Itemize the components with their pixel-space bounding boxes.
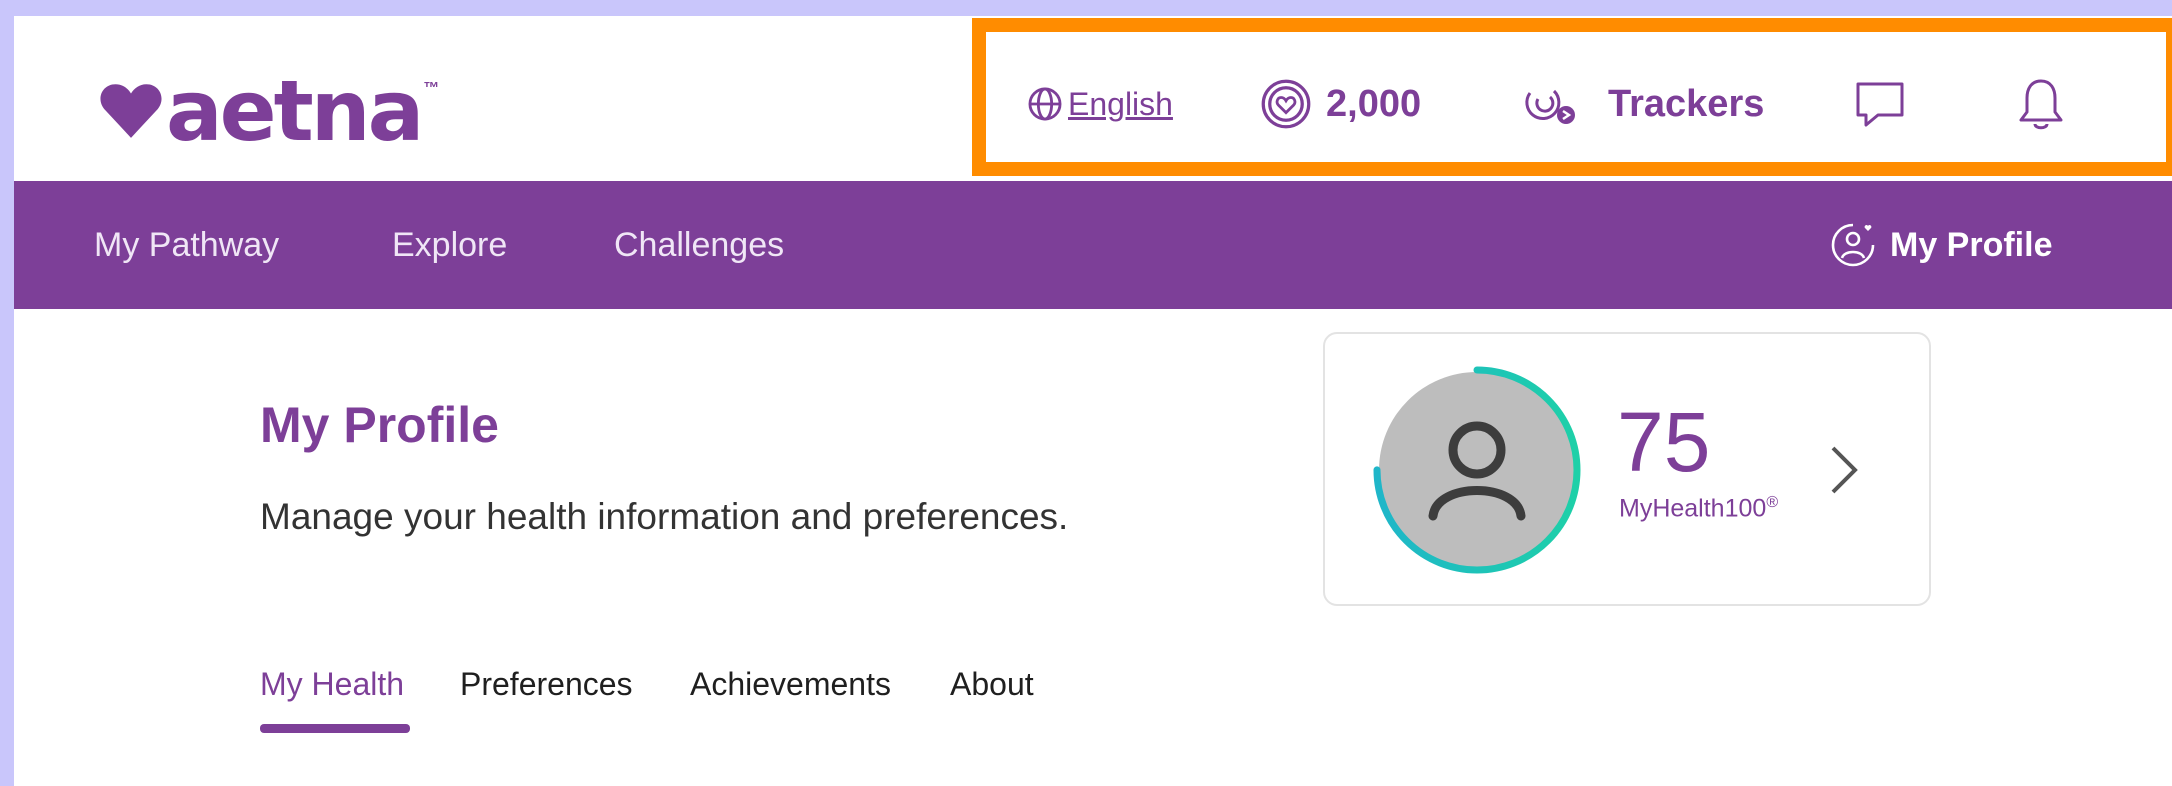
chevron-right-icon[interactable] <box>1825 442 1861 498</box>
tab-my-health[interactable]: My Health <box>260 666 404 720</box>
logo-wordmark: aetna <box>166 62 424 160</box>
nav-item-challenges[interactable]: Challenges <box>614 181 784 309</box>
points-balance[interactable]: 2,000 <box>1260 56 1421 152</box>
aetna-logo[interactable]: aetna ™ <box>98 66 439 156</box>
tab-preferences[interactable]: Preferences <box>460 666 633 720</box>
tab-achievements[interactable]: Achievements <box>690 666 891 720</box>
language-label: English <box>1068 85 1173 122</box>
avatar <box>1373 366 1581 574</box>
trackers-button[interactable]: Trackers <box>1520 56 1764 152</box>
myhealth-score-card[interactable]: 75 MyHealth100® <box>1323 332 1931 606</box>
page-subtitle: Manage your health information and prefe… <box>260 496 1069 537</box>
messages-button[interactable] <box>1852 56 1908 152</box>
globe-icon <box>1028 87 1062 121</box>
language-selector[interactable]: English <box>1026 56 1173 152</box>
bell-icon <box>2019 79 2063 130</box>
tab-about[interactable]: About <box>950 666 1034 720</box>
nav-item-explore[interactable]: Explore <box>392 181 507 309</box>
chat-icon <box>1856 82 1904 127</box>
score-label-text: MyHealth100 <box>1619 494 1767 523</box>
points-value: 2,000 <box>1326 82 1422 125</box>
avatar-with-progress-ring <box>1371 364 1583 576</box>
heart-logo-icon <box>100 84 162 138</box>
profile-heart-icon <box>1831 223 1875 267</box>
main-nav: My Pathway Explore Challenges My Profile <box>14 181 2172 309</box>
notifications-button[interactable] <box>2016 56 2066 152</box>
trackers-label: Trackers <box>1608 82 1765 125</box>
nav-profile-label: My Profile <box>1890 225 2053 264</box>
active-tab-indicator <box>260 724 410 733</box>
logo-trademark: ™ <box>423 80 440 97</box>
app-frame: aetna ™ English 2,000 Trackers My Pathwa… <box>14 16 2172 786</box>
page-title: My Profile <box>260 397 499 453</box>
trackers-icon <box>1525 89 1575 124</box>
nav-item-my-pathway[interactable]: My Pathway <box>94 181 279 309</box>
score-label: MyHealth100® <box>1619 494 1778 523</box>
registered-mark: ® <box>1766 494 1779 511</box>
score-value: 75 <box>1617 395 1711 489</box>
top-header: aetna ™ English 2,000 Trackers <box>14 16 2172 181</box>
points-heart-icon <box>1261 79 1311 129</box>
nav-item-my-profile[interactable]: My Profile <box>1830 181 2052 309</box>
